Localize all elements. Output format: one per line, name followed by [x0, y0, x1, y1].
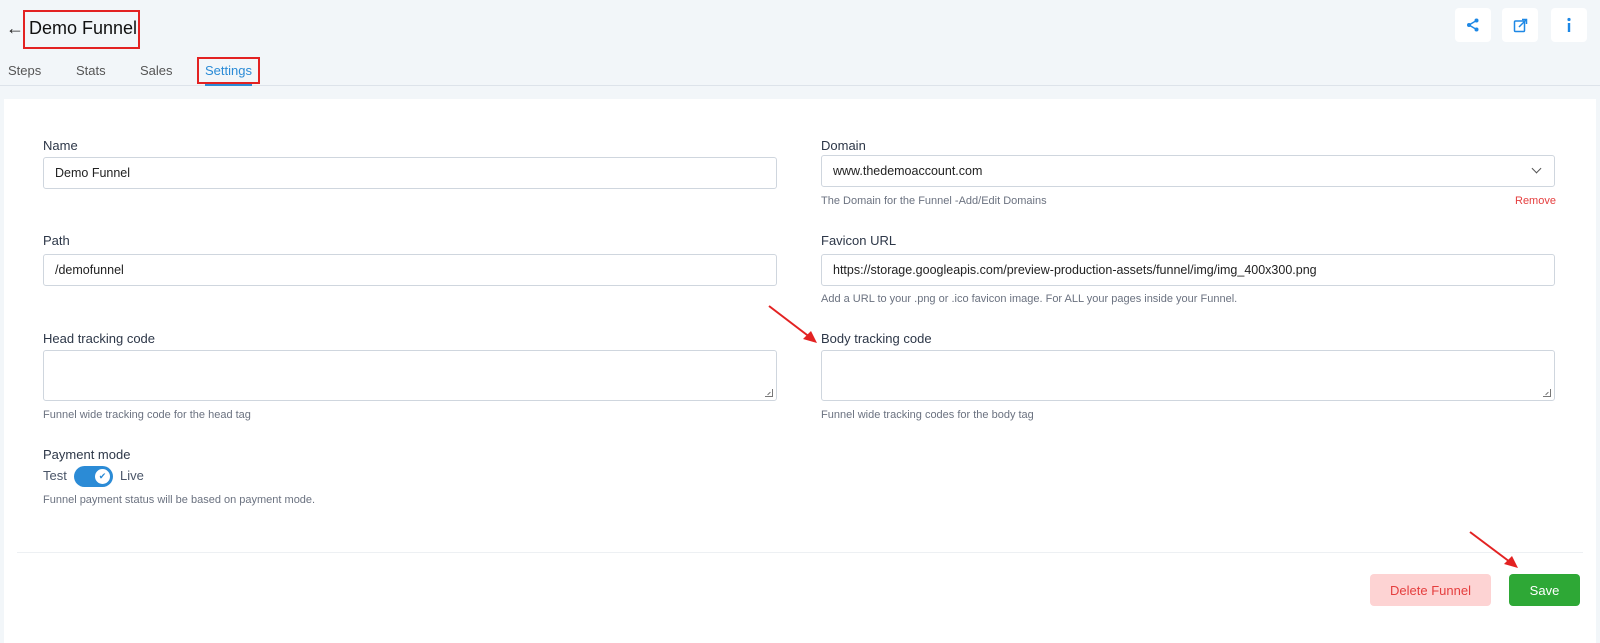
- info-icon: [1567, 17, 1571, 32]
- domain-label: Domain: [821, 138, 866, 153]
- payment-mode-toggle[interactable]: ✔: [74, 466, 113, 487]
- payment-mode-label: Payment mode: [43, 447, 131, 462]
- path-input[interactable]: /demofunnel: [43, 254, 777, 286]
- name-input-value: Demo Funnel: [55, 166, 131, 180]
- body-tracking-label: Body tracking code: [821, 331, 932, 346]
- page-title: Demo Funnel: [29, 18, 138, 38]
- head-tracking-label: Head tracking code: [43, 331, 156, 346]
- tab-stats[interactable]: Stats: [76, 63, 106, 78]
- resize-grip-icon[interactable]: [765, 389, 773, 397]
- annotation-arrow-icon: [768, 305, 817, 343]
- external-link-icon: [1513, 18, 1527, 32]
- favicon-url-value: https://storage.googleapis.com/preview-p…: [833, 263, 1317, 277]
- domain-select[interactable]: www.thedemoaccount.com: [821, 155, 1555, 187]
- tab-annotation-box: [197, 57, 260, 84]
- tab-sales[interactable]: Sales: [140, 63, 173, 78]
- path-label: Path: [43, 233, 70, 248]
- share-button[interactable]: [1455, 8, 1491, 42]
- payment-test-label: Test: [43, 468, 67, 483]
- name-input[interactable]: Demo Funnel: [43, 157, 777, 189]
- favicon-hint: Add a URL to your .png or .ico favicon i…: [821, 293, 1238, 305]
- active-tab-underline: [205, 84, 252, 86]
- domain-remove-link[interactable]: Remove: [1515, 195, 1556, 207]
- payment-mode-hint: Funnel payment status will be based on p…: [43, 494, 316, 506]
- body-tracking-hint: Funnel wide tracking codes for the body …: [821, 409, 1034, 421]
- body-tracking-textarea[interactable]: [821, 350, 1555, 401]
- tab-bar: Steps Stats Sales Settings: [0, 56, 1600, 86]
- favicon-url-input[interactable]: https://storage.googleapis.com/preview-p…: [821, 254, 1555, 286]
- head-tracking-textarea[interactable]: [43, 350, 777, 401]
- tab-steps[interactable]: Steps: [8, 63, 41, 78]
- path-input-value: /demofunnel: [55, 263, 124, 277]
- share-icon: [1467, 18, 1479, 32]
- delete-funnel-button[interactable]: Delete Funnel: [1370, 574, 1491, 606]
- save-button[interactable]: Save: [1509, 574, 1580, 606]
- check-icon: ✔: [95, 469, 110, 484]
- info-button[interactable]: [1551, 8, 1587, 42]
- back-arrow-icon[interactable]: ←: [6, 18, 24, 39]
- payment-live-label: Live: [120, 468, 144, 483]
- domain-hint: The Domain for the Funnel -Add/Edit Doma…: [821, 195, 1047, 207]
- open-external-button[interactable]: [1502, 8, 1538, 42]
- favicon-label: Favicon URL: [821, 233, 897, 248]
- footer-divider: [17, 552, 1583, 553]
- domain-select-value: www.thedemoaccount.com: [833, 164, 983, 178]
- chevron-down-icon: [1531, 163, 1542, 174]
- annotation-arrow-icon: [1469, 531, 1518, 568]
- name-label: Name: [43, 138, 78, 153]
- head-tracking-hint: Funnel wide tracking code for the head t…: [43, 409, 251, 421]
- resize-grip-icon[interactable]: [1543, 389, 1551, 397]
